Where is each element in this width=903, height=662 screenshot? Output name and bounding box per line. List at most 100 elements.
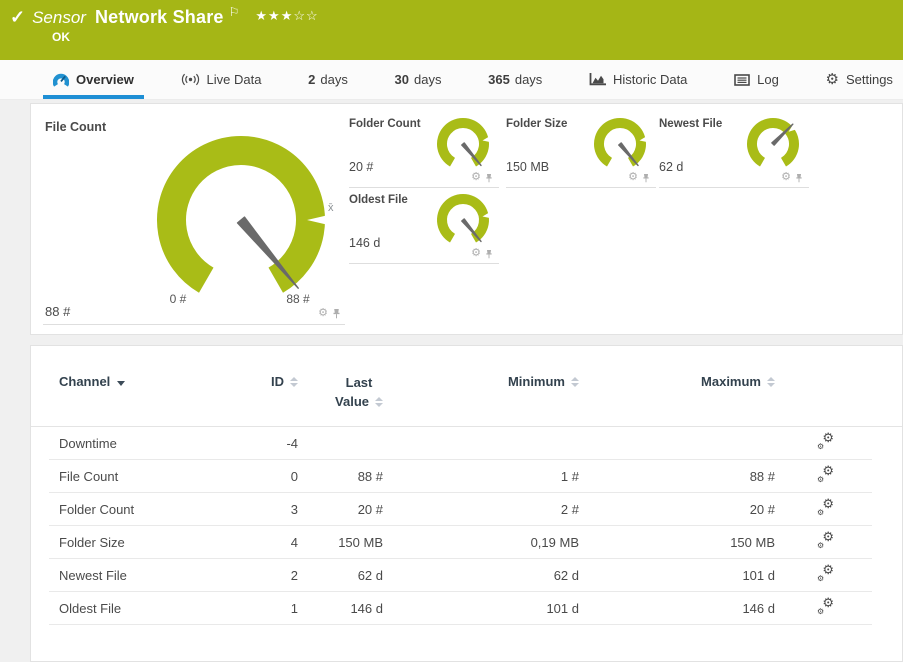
channel-settings-icon[interactable]: ⚙⚙ [817, 566, 834, 582]
channel-id: 1 [239, 601, 298, 616]
channel-last-value: 150 MB [298, 535, 383, 550]
small-gauge [433, 190, 495, 250]
sort-arrows-icon [571, 377, 579, 387]
gauge-tools: ⚙ [781, 172, 803, 183]
sort-arrows-icon [290, 377, 298, 387]
channel-last-value: 20 # [298, 502, 383, 517]
col-header-maximum[interactable]: Maximum [579, 374, 775, 389]
channel-row: Downtime -4 ⚙⚙ [31, 427, 902, 460]
gauge-icon [53, 73, 69, 87]
gauge-current-value: 150 MB [506, 160, 549, 174]
stars-filled[interactable]: ★★★ [255, 8, 293, 23]
object-kind-label: Sensor [32, 8, 86, 28]
channel-id: -4 [239, 436, 298, 451]
channel-id: 4 [239, 535, 298, 550]
col-header-last-value[interactable]: Last Value [298, 374, 383, 412]
channel-id: 0 [239, 469, 298, 484]
col-header-id[interactable]: ID [239, 374, 298, 389]
pin-icon[interactable] [795, 173, 803, 183]
sort-desc-caret-icon [117, 381, 125, 386]
tab-overview[interactable]: Overview [45, 60, 142, 99]
sort-arrows-icon [375, 397, 383, 407]
pin-icon[interactable] [485, 173, 493, 183]
sensor-header: ✓ Sensor Network Share ⚐ ★★★☆☆ OK [0, 0, 903, 60]
col-header-last-label: Last [346, 374, 373, 393]
col-header-minimum[interactable]: Minimum [383, 374, 579, 389]
channel-last-value: 146 d [298, 601, 383, 616]
flag-icon[interactable]: ⚐ [229, 5, 240, 19]
gauge-title: Oldest File [349, 194, 408, 206]
col-header-value-label: Value [335, 393, 369, 412]
channel-settings-icon[interactable]: ⚙⚙ [817, 434, 834, 450]
gauge-tools: ⚙ [471, 172, 493, 183]
gauge-tile-newest-file: Newest File 62 d ⚙ [659, 112, 809, 188]
gauges-panel: File Count x̄ 0 # 88 # 88 # ⚙ Folder Cou… [30, 103, 903, 335]
gauge-tile-folder-size: Folder Size 150 MB ⚙ [506, 112, 656, 188]
gauge-current-value: 20 # [349, 160, 373, 174]
gauge-tile-folder-count: Folder Count 20 # ⚙ [349, 112, 499, 188]
tab-bar: Overview Live Data 2 days 30 days 365 da… [0, 60, 903, 100]
channel-maximum: 20 # [579, 502, 775, 517]
average-marker-label: x̄ [328, 202, 334, 214]
channel-settings-icon[interactable]: ⚙⚙ [817, 599, 834, 615]
channel-name[interactable]: Downtime [31, 436, 239, 451]
tab-live-data[interactable]: Live Data [173, 60, 270, 99]
channel-minimum: 2 # [383, 502, 579, 517]
tab-log[interactable]: Log [726, 60, 787, 99]
channel-minimum: 62 d [383, 568, 579, 583]
tab-label: days [320, 72, 347, 87]
tab-historic-data[interactable]: Historic Data [581, 60, 695, 99]
priority-stars[interactable]: ★★★☆☆ [255, 8, 318, 24]
channel-settings-icon[interactable]: ⚙⚙ [817, 533, 834, 549]
tab-label: days [414, 72, 441, 87]
prtg-sensor-page: ✓ Sensor Network Share ⚐ ★★★☆☆ OK Overvi… [0, 0, 903, 662]
gauge-settings-gear-icon[interactable]: ⚙ [318, 308, 328, 319]
gauge-current-value: 62 d [659, 160, 683, 174]
tab-label: days [515, 72, 542, 87]
gauge-settings-gear-icon[interactable]: ⚙ [471, 248, 481, 259]
channel-name[interactable]: Newest File [31, 568, 239, 583]
stars-empty[interactable]: ☆☆ [293, 8, 318, 23]
small-gauge [743, 114, 805, 174]
channel-name[interactable]: Folder Size [31, 535, 239, 550]
channel-row: File Count 0 88 # 1 # 88 # ⚙⚙ [31, 460, 902, 493]
tab-2-days[interactable]: 2 days [300, 60, 356, 99]
gauge-tile-file-count: File Count x̄ 0 # 88 # 88 # ⚙ [43, 114, 345, 325]
channel-row: Newest File 2 62 d 62 d 101 d ⚙⚙ [31, 559, 902, 592]
channel-name[interactable]: File Count [31, 469, 239, 484]
channel-id: 2 [239, 568, 298, 583]
pin-icon[interactable] [332, 308, 341, 319]
gauge-current-value: 146 d [349, 236, 380, 250]
log-icon [734, 74, 750, 86]
gauge-tools: ⚙ [318, 308, 341, 319]
channel-table-body: Downtime -4 ⚙⚙ File Count 0 88 # 1 # 88 … [31, 427, 902, 625]
gauge-settings-gear-icon[interactable]: ⚙ [628, 172, 638, 183]
pin-icon[interactable] [642, 173, 650, 183]
tab-number: 365 [488, 72, 510, 87]
gauge-settings-gear-icon[interactable]: ⚙ [471, 172, 481, 183]
small-gauge [590, 114, 652, 174]
gauge-scale-max: 88 # [286, 292, 309, 306]
col-header-channel[interactable]: Channel [31, 374, 239, 389]
tab-label: Overview [76, 72, 134, 87]
gauge-title: Folder Count [349, 118, 421, 130]
channel-settings-icon[interactable]: ⚙⚙ [817, 467, 834, 483]
gauge-title: Newest File [659, 118, 722, 130]
pin-icon[interactable] [485, 249, 493, 259]
tab-365-days[interactable]: 365 days [480, 60, 550, 99]
channel-last-value: 62 d [298, 568, 383, 583]
sensor-title-row: ✓ Sensor Network Share ⚐ ★★★☆☆ [10, 7, 319, 28]
tab-settings[interactable]: ⚙ Settings [818, 60, 901, 99]
col-header-channel-label: Channel [59, 374, 110, 389]
channel-maximum: 146 d [579, 601, 775, 616]
tab-number: 2 [308, 72, 315, 87]
channel-row: Oldest File 1 146 d 101 d 146 d ⚙⚙ [31, 592, 902, 625]
tab-label: Historic Data [613, 72, 687, 87]
historic-data-icon [589, 73, 606, 86]
live-data-icon [181, 73, 200, 86]
gauge-settings-gear-icon[interactable]: ⚙ [781, 172, 791, 183]
tab-30-days[interactable]: 30 days [387, 60, 450, 99]
channel-settings-icon[interactable]: ⚙⚙ [817, 500, 834, 516]
channel-name[interactable]: Folder Count [31, 502, 239, 517]
channel-name[interactable]: Oldest File [31, 601, 239, 616]
